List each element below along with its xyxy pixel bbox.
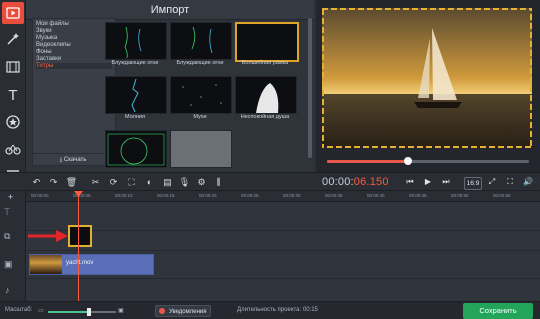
ruler-tick: 00:00:00 xyxy=(31,193,49,198)
effect-thumbnail[interactable] xyxy=(235,76,297,114)
download-button[interactable]: ⤓ Скачать xyxy=(33,153,113,165)
delete-icon[interactable]: 🗑 xyxy=(65,175,78,189)
video-clip-thumbnail xyxy=(30,255,62,274)
duration-value: 00:15 xyxy=(302,307,318,313)
time-ruler[interactable]: 00:00:00 00:00:05 00:00:10 00:00:15 00:0… xyxy=(26,191,540,202)
text-track-icon: T xyxy=(4,207,11,218)
volume-icon[interactable]: 🔊 xyxy=(520,175,536,189)
crop-icon[interactable]: ⛶ xyxy=(125,175,138,189)
scale-label: Масштаб: xyxy=(5,307,33,313)
panel-scrollbar[interactable] xyxy=(308,18,312,158)
color-adjust-icon[interactable]: ◐ xyxy=(143,175,156,189)
playback-progress xyxy=(327,160,408,163)
settings-icon[interactable]: ⚙ xyxy=(195,175,208,189)
duration-label: Длительность проекта: xyxy=(237,307,302,313)
thumbnail-label: Волшебная рамка xyxy=(241,60,289,66)
effect-thumbnail[interactable] xyxy=(105,76,167,114)
import-panel: Импорт Мои файлы Звуки Музыка Видеоклипы… xyxy=(26,0,314,172)
microphone-icon[interactable]: 🎙 xyxy=(178,175,191,189)
thumbnail-label: Мухи xyxy=(193,114,207,120)
timecode-current: 06.150 xyxy=(353,176,389,188)
category-item[interactable]: Видеоклипы xyxy=(36,42,71,48)
category-list: Мои файлы Звуки Музыка Видеоклипы Фоны З… xyxy=(32,18,116,166)
panel-title: Импорт xyxy=(26,0,314,20)
ruler-tick: 00:00:30 xyxy=(283,193,301,198)
ruler-tick: 00:00:15 xyxy=(157,193,175,198)
zoom-slider-fill xyxy=(48,311,89,313)
ruler-tick: 00:00:05 xyxy=(73,193,91,198)
effect-thumbnail[interactable] xyxy=(170,130,232,168)
fullscreen-icon[interactable]: ⛶ xyxy=(502,175,518,189)
ruler-tick: 00:00:35 xyxy=(325,193,343,198)
status-bar: Масштаб: ▭ ▣ Уведомления Длительность пр… xyxy=(0,301,540,319)
category-item[interactable]: Мои файлы xyxy=(36,21,69,27)
ruler-tick: 00:00:50 xyxy=(451,193,469,198)
edit-toolbar: ↶ ↷ 🗑 ✂ ⟳ ⛶ ◐ ▤ 🎙 ⚙ ⫼ 00:00:06.150 ⏮ ▶ ⏭… xyxy=(0,172,540,191)
rotate-icon[interactable]: ⟳ xyxy=(107,175,120,189)
timecode: 00:00:06.150 xyxy=(322,175,389,189)
import-icon[interactable] xyxy=(2,2,24,24)
project-duration: Длительность проекта: 00:15 xyxy=(237,307,318,313)
ruler-tick: 00:00:55 xyxy=(493,193,511,198)
shapes-icon[interactable] xyxy=(2,138,24,160)
overlay-track-icon: ⧉ xyxy=(4,231,11,241)
notification-icon xyxy=(159,308,165,314)
snapshot-icon[interactable]: ⤢ xyxy=(484,175,500,189)
overlay-track[interactable] xyxy=(26,222,540,251)
magic-wand-icon[interactable] xyxy=(2,28,24,50)
thumbnail-label: Молния xyxy=(125,114,145,120)
timecode-prefix: 00:00: xyxy=(322,176,354,188)
zoom-out-icon[interactable]: ▭ xyxy=(38,307,44,314)
ruler-tick: 00:00:45 xyxy=(409,193,427,198)
zoom-in-icon[interactable]: ▣ xyxy=(118,307,124,314)
effect-thumbnail[interactable] xyxy=(235,22,299,62)
pointer-arrow xyxy=(28,230,68,242)
effect-thumbnail[interactable] xyxy=(105,130,167,168)
video-preview xyxy=(322,8,532,148)
category-item[interactable]: Звуки xyxy=(36,28,52,34)
timeline: + T ⧉ ▣ ♪ 00:00:00 00:00:05 00:00:10 00:… xyxy=(0,191,540,301)
aspect-ratio-button[interactable]: 16:9 xyxy=(464,177,482,190)
thumbnail-label: Неспокойная душа xyxy=(240,114,290,120)
equalizer-icon[interactable]: ⫼ xyxy=(212,175,225,189)
stickers-icon[interactable] xyxy=(2,111,24,133)
thumbnail-label: Блуждающие огни xyxy=(176,60,224,66)
filters-icon[interactable] xyxy=(2,56,24,78)
effect-thumbnail[interactable] xyxy=(170,76,232,114)
playhead[interactable] xyxy=(78,191,79,301)
music-track-icon: ♪ xyxy=(5,285,10,295)
ruler-tick: 00:00:20 xyxy=(199,193,217,198)
titles-icon[interactable]: T xyxy=(2,84,24,106)
undo-icon[interactable]: ↶ xyxy=(30,175,43,189)
skip-back-icon[interactable]: ⏮ xyxy=(402,175,418,189)
play-icon[interactable]: ▶ xyxy=(420,175,436,189)
effect-thumbnail[interactable] xyxy=(105,22,167,60)
video-clip-name: yacht.mov xyxy=(66,260,94,266)
category-item[interactable]: Фоны xyxy=(36,49,52,55)
title-clip[interactable] xyxy=(68,225,92,247)
left-toolbar: T xyxy=(0,0,26,190)
ruler-tick: 00:00:25 xyxy=(241,193,259,198)
zoom-slider-handle[interactable] xyxy=(86,308,91,316)
add-track-icon[interactable]: + xyxy=(8,192,13,202)
playback-handle[interactable] xyxy=(403,157,412,165)
category-item[interactable]: Музыка xyxy=(36,35,57,41)
cut-icon[interactable]: ✂ xyxy=(89,175,102,189)
download-label: Скачать xyxy=(63,157,87,163)
ruler-tick: 00:00:10 xyxy=(115,193,133,198)
skip-forward-icon[interactable]: ⏭ xyxy=(438,175,454,189)
category-item[interactable]: Заставки xyxy=(36,56,61,62)
redo-icon[interactable]: ↷ xyxy=(47,175,60,189)
clip-properties-icon[interactable]: ▤ xyxy=(161,175,174,189)
track-controls: + T ⧉ ▣ ♪ xyxy=(0,191,26,301)
effect-thumbnail[interactable] xyxy=(170,22,232,60)
ruler-tick: 00:00:40 xyxy=(367,193,385,198)
save-button[interactable]: Сохранить xyxy=(463,303,533,319)
video-track-icon: ▣ xyxy=(4,259,13,269)
thumbnail-label: Блуждающие огни xyxy=(111,60,159,66)
